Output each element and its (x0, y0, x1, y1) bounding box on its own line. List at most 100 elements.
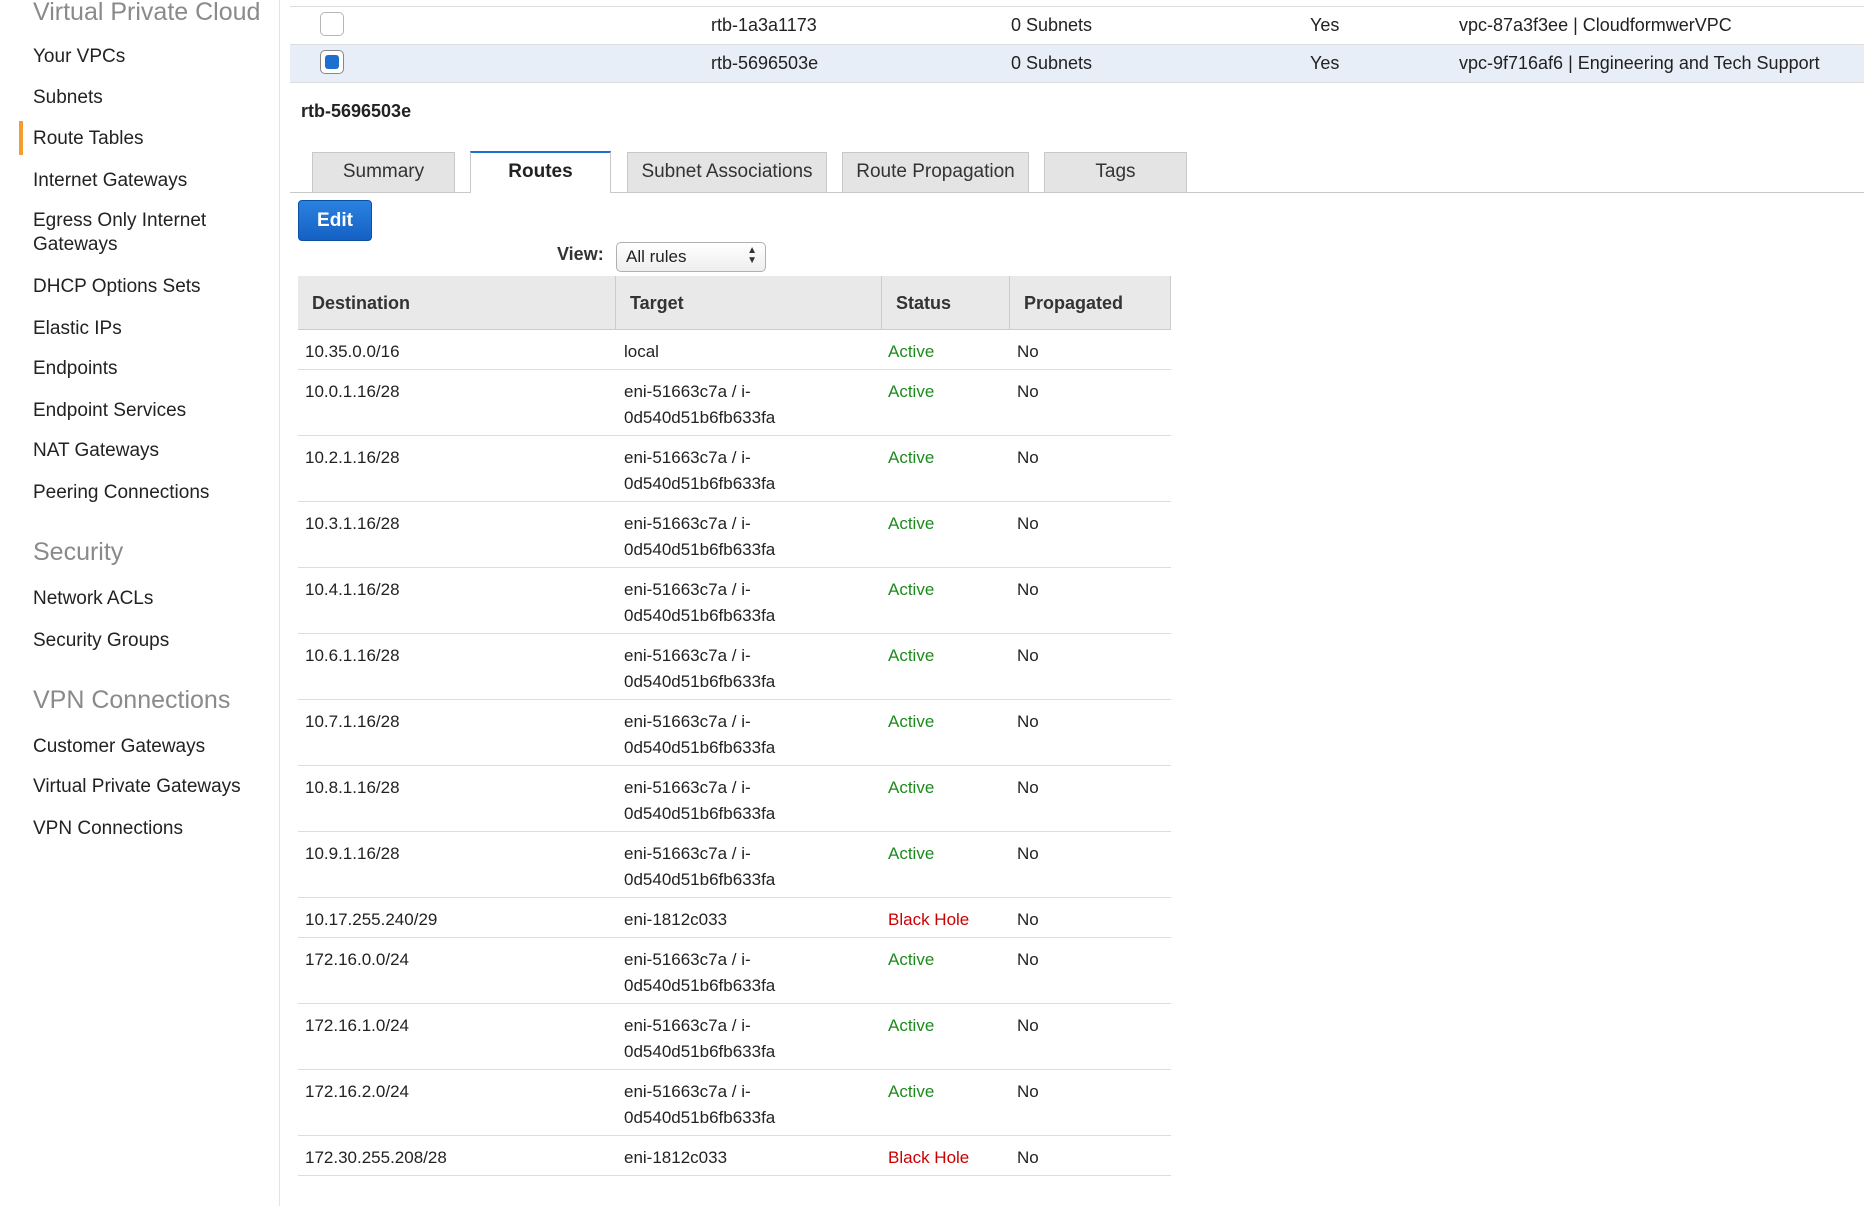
route-target-line: 0d540d51b6fb633fa (624, 474, 776, 493)
route-propagated: No (1017, 342, 1039, 361)
route-propagated: No (1017, 514, 1039, 533)
edit-button[interactable]: Edit (298, 200, 372, 241)
route-propagated: No (1017, 778, 1039, 797)
table-row[interactable]: rtb-1a3a1173 0 Subnets Yes vpc-87a3f3ee … (290, 7, 1864, 45)
sidebar-item-nat-gateways[interactable]: NAT Gateways (33, 439, 159, 463)
table-row-selected[interactable]: rtb-5696503e 0 Subnets Yes vpc-9f716af6 … (290, 45, 1864, 83)
route-destination: 10.4.1.16/28 (305, 580, 400, 599)
table-row[interactable]: 10.7.1.16/28 eni-51663c7a / i- 0d540d51b6f… (298, 700, 1171, 766)
route-table-vpc: vpc-9f716af6 | Engineering and Tech Supp… (1459, 53, 1820, 73)
section-title-vpn: VPN Connections (33, 686, 231, 714)
sidebar-item-dhcp-options-sets[interactable]: DHCP Options Sets (33, 275, 201, 299)
tab-summary[interactable]: Summary (312, 152, 455, 192)
route-target-line: eni-1812c033 (624, 910, 728, 929)
column-header-propagated[interactable]: Propagated (1010, 276, 1171, 330)
route-target-line: 0d540d51b6fb633fa (624, 804, 776, 823)
tab-route-propagation[interactable]: Route Propagation (842, 152, 1029, 192)
route-target: eni-1812c033 (624, 1145, 727, 1171)
route-target-line: eni-51663c7a / i- (624, 712, 751, 731)
route-target-line: 0d540d51b6fb633fa (624, 408, 776, 427)
table-row[interactable]: 10.6.1.16/28 eni-51663c7a / i- 0d540d51b6f… (298, 634, 1171, 700)
sidebar-item-network-acls[interactable]: Network ACLs (33, 587, 153, 611)
table-row[interactable]: 10.4.1.16/28 eni-51663c7a / i- 0d540d51b6f… (298, 568, 1171, 634)
route-destination: 172.16.1.0/24 (305, 1016, 409, 1035)
route-propagated: No (1017, 580, 1039, 599)
column-header-target[interactable]: Target (616, 276, 882, 330)
route-status: Active (888, 342, 935, 361)
table-row[interactable]: 172.16.2.0/24 eni-51663c7a / i- 0d540d51b6… (298, 1070, 1171, 1136)
route-propagated: No (1017, 910, 1039, 929)
routes-table: Destination Target Status Propagated 10.… (298, 276, 1171, 1176)
route-status: Active (888, 382, 935, 401)
sidebar-item-egress-only-internet-gateways[interactable]: Egress Only Internet Gateways (33, 209, 253, 257)
route-target-line: eni-51663c7a / i- (624, 514, 751, 533)
route-propagated: No (1017, 382, 1039, 401)
table-row[interactable]: 10.9.1.16/28 eni-51663c7a / i- 0d540d51b6f… (298, 832, 1171, 898)
route-status: Active (888, 514, 935, 533)
tab-tags[interactable]: Tags (1044, 152, 1187, 192)
route-target: eni-51663c7a / i- 0d540d51b6fb633fa (624, 947, 775, 999)
row-checkbox-checked[interactable] (320, 50, 344, 74)
tab-subnet-associations[interactable]: Subnet Associations (627, 152, 827, 192)
table-row[interactable]: 172.16.0.0/24 eni-51663c7a / i- 0d540d51b6… (298, 938, 1171, 1004)
sidebar-item-route-tables[interactable]: Route Tables (19, 121, 144, 155)
sidebar-item-elastic-ips[interactable]: Elastic IPs (33, 317, 122, 341)
route-propagated: No (1017, 1082, 1039, 1101)
route-status: Active (888, 844, 935, 863)
route-propagated: No (1017, 1148, 1039, 1167)
route-destination: 10.17.255.240/29 (305, 910, 438, 929)
route-table-main: Yes (1310, 15, 1340, 35)
route-target-line: eni-51663c7a / i- (624, 448, 751, 467)
route-target-line: 0d540d51b6fb633fa (624, 606, 776, 625)
route-status: Active (888, 646, 935, 665)
route-table-id: rtb-1a3a1173 (711, 15, 817, 35)
sidebar-item-subnets[interactable]: Subnets (33, 86, 103, 110)
route-propagated: No (1017, 844, 1039, 863)
tab-routes[interactable]: Routes (470, 151, 611, 193)
route-propagated: No (1017, 1016, 1039, 1035)
table-row[interactable]: 10.17.255.240/29 eni-1812c033 Black Hole No (298, 898, 1171, 938)
table-row[interactable]: 172.30.255.208/28 eni-1812c033 Black Hole N… (298, 1136, 1171, 1176)
detail-title: rtb-5696503e (301, 101, 412, 121)
table-row[interactable]: 10.2.1.16/28 eni-51663c7a / i- 0d540d51b6f… (298, 436, 1171, 502)
route-status: Active (888, 580, 935, 599)
table-row[interactable]: 10.8.1.16/28 eni-51663c7a / i- 0d540d51b6f… (298, 766, 1171, 832)
sidebar-item-customer-gateways[interactable]: Customer Gateways (33, 735, 205, 759)
sidebar-item-vpn-connections[interactable]: VPN Connections (33, 817, 183, 841)
route-status: Black Hole (888, 1148, 970, 1167)
route-table-subnets: 0 Subnets (1011, 15, 1093, 35)
sidebar-item-security-groups[interactable]: Security Groups (33, 629, 169, 653)
route-target-line: 0d540d51b6fb633fa (624, 976, 776, 995)
route-target-line: local (624, 342, 659, 361)
top-table-edge (290, 0, 1864, 7)
sidebar-item-your-vpcs[interactable]: Your VPCs (33, 45, 125, 69)
route-target-line: eni-51663c7a / i- (624, 646, 751, 665)
route-target: eni-51663c7a / i- 0d540d51b6fb633fa (624, 577, 775, 629)
sidebar-item-endpoints[interactable]: Endpoints (33, 357, 118, 381)
sidebar-item-endpoint-services[interactable]: Endpoint Services (33, 399, 186, 423)
view-select-value: All rules (626, 247, 687, 266)
route-target: eni-51663c7a / i- 0d540d51b6fb633fa (624, 775, 775, 827)
route-target-line: eni-51663c7a / i- (624, 844, 751, 863)
table-row[interactable]: 10.35.0.0/16 local Active No (298, 330, 1171, 370)
table-row[interactable]: 10.0.1.16/28 eni-51663c7a / i- 0d540d51b6f… (298, 370, 1171, 436)
column-header-status[interactable]: Status (882, 276, 1010, 330)
view-select[interactable]: All rules ▲ ▼ (616, 242, 766, 272)
sidebar-item-peering-connections[interactable]: Peering Connections (33, 481, 209, 505)
table-row[interactable]: 172.16.1.0/24 eni-51663c7a / i- 0d540d51b6… (298, 1004, 1171, 1070)
row-checkbox[interactable] (320, 12, 344, 36)
view-label: View: (557, 244, 604, 264)
route-target: eni-51663c7a / i- 0d540d51b6fb633fa (624, 1079, 775, 1131)
route-target: eni-51663c7a / i- 0d540d51b6fb633fa (624, 841, 775, 893)
route-target: eni-51663c7a / i- 0d540d51b6fb633fa (624, 1013, 775, 1065)
route-target: eni-51663c7a / i- 0d540d51b6fb633fa (624, 511, 775, 563)
sidebar-item-internet-gateways[interactable]: Internet Gateways (33, 169, 187, 193)
sidebar-item-virtual-private-gateways[interactable]: Virtual Private Gateways (33, 775, 241, 799)
table-row[interactable]: 10.3.1.16/28 eni-51663c7a / i- 0d540d51b6f… (298, 502, 1171, 568)
route-target-line: 0d540d51b6fb633fa (624, 540, 776, 559)
route-destination: 172.30.255.208/28 (305, 1148, 447, 1167)
section-title-security: Security (33, 538, 124, 566)
route-propagated: No (1017, 448, 1039, 467)
route-destination: 10.0.1.16/28 (305, 382, 400, 401)
column-header-destination[interactable]: Destination (298, 276, 616, 330)
